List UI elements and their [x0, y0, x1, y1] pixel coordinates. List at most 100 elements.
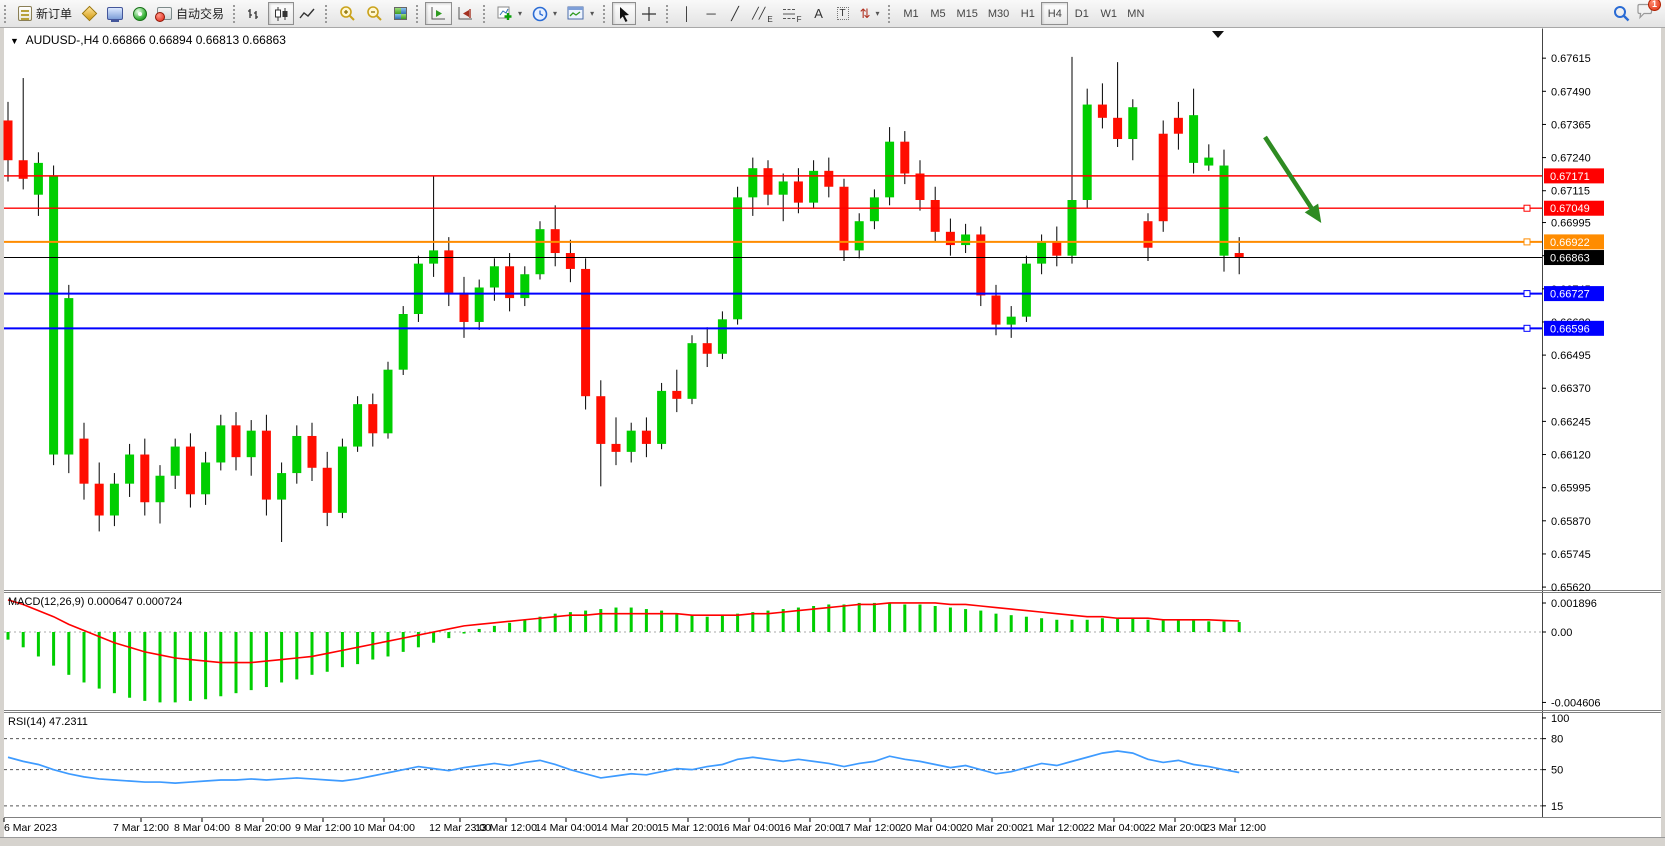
bull-candle [490, 266, 499, 287]
rsi-tick-label: 100 [1551, 713, 1569, 725]
bull-candle [657, 391, 666, 444]
new-chart-icon [82, 6, 98, 22]
bear-candle [1113, 118, 1122, 139]
cursor-button[interactable] [612, 2, 636, 25]
bear-candle [1174, 118, 1183, 134]
fibonacci-button[interactable]: F [778, 2, 807, 25]
timeframe-group: M1M5M15M30H1H4D1W1MN [897, 2, 1149, 25]
chart-low: 0.66813 [196, 33, 239, 47]
line-handle[interactable] [1524, 291, 1530, 297]
new-order-button[interactable]: 新订单 [13, 2, 77, 25]
timeframe-h4-button[interactable]: H4 [1041, 2, 1068, 25]
vertical-line-icon: │ [683, 6, 691, 21]
bull-candle [1128, 107, 1137, 139]
timeframe-d1-button[interactable]: D1 [1068, 2, 1095, 25]
date-tick-label: 14 Mar 20:00 [596, 822, 658, 834]
bear-candle [368, 404, 377, 433]
tile-windows-button[interactable] [388, 2, 412, 25]
timeframe-m1-button[interactable]: M1 [897, 2, 924, 25]
auto-scroll-button[interactable] [425, 2, 452, 25]
search-icon[interactable] [1613, 5, 1630, 22]
arrows-button[interactable]: ⇅ ▾ [855, 2, 885, 25]
rsi-name: RSI(14) [8, 716, 46, 728]
bear-candle [612, 444, 621, 452]
chart-shift-button[interactable] [452, 2, 479, 25]
periods-button[interactable]: ▾ [527, 2, 562, 25]
vertical-line-button[interactable]: │ [675, 2, 699, 25]
text-button[interactable]: A [807, 2, 831, 25]
new-chart-button[interactable] [77, 2, 102, 25]
candlestick-chart-button[interactable] [268, 2, 294, 25]
chart-title-marker-icon: ▼ [10, 36, 19, 46]
zoom-out-button[interactable] [361, 2, 388, 25]
bear-candle [794, 181, 803, 202]
timeframe-mn-button[interactable]: MN [1122, 2, 1149, 25]
line-handle[interactable] [1524, 205, 1530, 211]
add-indicator-button[interactable]: ▾ [492, 2, 527, 25]
bull-candle [1083, 105, 1092, 200]
chart-canvas[interactable]: 0.676150.674900.673650.672400.671150.669… [0, 0, 1665, 846]
bull-candle [733, 197, 742, 319]
auto-scroll-icon [430, 6, 447, 21]
periods-icon [532, 6, 548, 22]
templates-button[interactable]: ▾ [562, 2, 599, 25]
timeframe-m30-button[interactable]: M30 [983, 2, 1014, 25]
bull-candle [536, 229, 545, 274]
price-line-badge-label: 0.67049 [1550, 203, 1590, 215]
text-label-button[interactable]: T [831, 2, 855, 25]
macd-value: 0.000647 [87, 596, 133, 608]
timeframe-m5-button[interactable]: M5 [924, 2, 951, 25]
price-tick-label: 0.65620 [1551, 582, 1591, 594]
horizontal-line-button[interactable]: ─ [699, 2, 723, 25]
auto-trading-icon [157, 7, 172, 20]
date-tick-label: 15 Mar 12:00 [657, 822, 719, 834]
price-line-badge-label: 0.66596 [1550, 323, 1590, 335]
line-handle[interactable] [1524, 239, 1530, 245]
timeframe-w1-button[interactable]: W1 [1095, 2, 1122, 25]
zoom-in-button[interactable] [334, 2, 361, 25]
macd-signal-line [8, 600, 1239, 663]
bear-candle [186, 447, 195, 495]
bear-candle [1098, 105, 1107, 118]
toolbar-separator [666, 5, 671, 23]
price-tick-label: 0.67615 [1551, 53, 1591, 65]
zoom-out-icon [366, 5, 383, 22]
bull-candle [156, 476, 165, 503]
price-tick-label: 0.67115 [1551, 186, 1590, 198]
bull-candle [338, 447, 347, 513]
line-handle[interactable] [1524, 325, 1530, 331]
toolbar-separator [416, 5, 421, 23]
bull-candle [171, 447, 180, 476]
signals-button[interactable] [128, 2, 152, 25]
timeframe-m15-button[interactable]: M15 [951, 2, 982, 25]
market-watch-button[interactable] [102, 2, 128, 25]
trendline-button[interactable]: ╱ [723, 2, 747, 25]
bar-chart-button[interactable] [242, 2, 268, 25]
crosshair-button[interactable] [636, 2, 662, 25]
notification-badge: 1 [1648, 0, 1661, 11]
channel-button[interactable]: ╱╱ E [747, 2, 778, 25]
scroll-to-end-marker-icon[interactable] [1212, 31, 1224, 38]
line-chart-button[interactable] [294, 2, 321, 25]
bear-candle [1052, 242, 1061, 255]
chart-title[interactable]: ▼ AUDUSD-,H4 0.66866 0.66894 0.66813 0.6… [10, 33, 286, 47]
rsi-tick-label: 80 [1551, 734, 1563, 746]
bear-candle [703, 343, 712, 354]
trend-arrow[interactable] [1265, 137, 1314, 211]
bear-candle [262, 431, 271, 500]
bull-candle [49, 176, 58, 454]
horizontal-line-icon: ─ [706, 6, 715, 21]
bear-candle [444, 250, 453, 292]
line-chart-icon [299, 7, 316, 21]
auto-trading-button[interactable]: 自动交易 [152, 2, 229, 25]
dropdown-arrow-icon: ▾ [518, 9, 522, 18]
price-tick-label: 0.66495 [1551, 350, 1591, 362]
bear-candle [931, 200, 940, 232]
bull-candle [125, 455, 134, 484]
arrows-icon: ⇅ [860, 6, 871, 22]
toolbar-grip[interactable] [4, 5, 9, 23]
date-tick-label: 16 Mar 20:00 [779, 822, 841, 834]
bear-candle [946, 232, 955, 245]
timeframe-h1-button[interactable]: H1 [1014, 2, 1041, 25]
notifications-button[interactable]: 1 [1636, 3, 1655, 25]
